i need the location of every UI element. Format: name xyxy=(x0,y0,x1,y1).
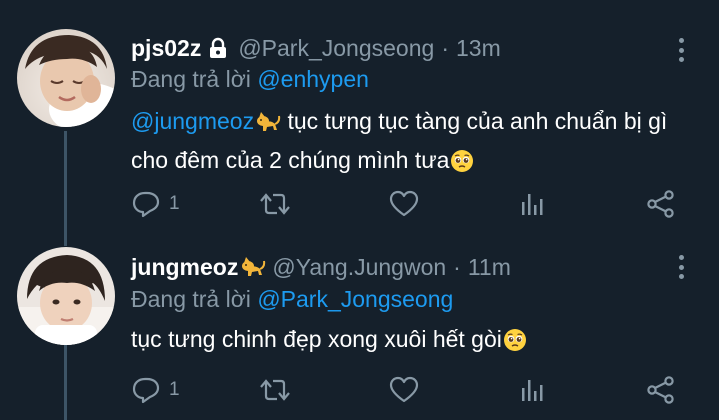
display-name[interactable]: jungmeoz xyxy=(131,253,238,281)
retweet-button[interactable] xyxy=(259,190,291,218)
tweet-header: jungmeoz @Yang.Jungwon · 11m xyxy=(131,253,511,281)
tweet[interactable]: jungmeoz @Yang.Jungwon · 11m Đang trả lờ… xyxy=(0,240,719,420)
reply-icon xyxy=(131,190,161,218)
more-options-icon[interactable] xyxy=(677,38,685,62)
timestamp[interactable]: 11m xyxy=(468,253,511,281)
handle[interactable]: @Park_Jongseong xyxy=(238,34,434,62)
like-icon xyxy=(389,376,419,404)
cat-icon xyxy=(255,109,281,143)
avatar[interactable] xyxy=(17,247,115,345)
retweet-button[interactable] xyxy=(259,376,291,404)
reply-icon xyxy=(131,376,161,404)
replying-to-mention[interactable]: @enhypen xyxy=(257,66,369,92)
analytics-button[interactable] xyxy=(519,376,545,404)
share-button[interactable] xyxy=(646,190,676,218)
handle[interactable]: @Yang.Jungwon xyxy=(272,253,446,281)
analytics-icon xyxy=(519,190,545,218)
reply-count: 1 xyxy=(169,193,180,214)
like-button[interactable] xyxy=(389,376,419,404)
pleading-face-emoji xyxy=(450,148,474,182)
share-icon xyxy=(646,376,676,404)
separator-dot: · xyxy=(441,35,449,61)
separator-dot: · xyxy=(453,254,461,280)
reply-button[interactable]: 1 xyxy=(131,190,180,218)
like-icon xyxy=(389,190,419,218)
avatar[interactable] xyxy=(17,29,115,127)
replying-to: Đang trả lời @Park_Jongseong xyxy=(131,285,453,313)
replying-to: Đang trả lời @enhypen xyxy=(131,65,369,93)
replying-to-mention[interactable]: @Park_Jongseong xyxy=(257,286,453,312)
body-text: tục tưng chinh đẹp xong xuôi hết gòi xyxy=(131,326,502,352)
action-bar: 1 xyxy=(131,190,691,220)
reply-count: 1 xyxy=(169,379,180,400)
tweet-text: tục tưng chinh đẹp xong xuôi hết gòi xyxy=(131,322,701,361)
tweet[interactable]: pjs02z @Park_Jongseong · 13m Đang trả lờ… xyxy=(0,0,719,240)
tweet-header: pjs02z @Park_Jongseong · 13m xyxy=(131,34,501,62)
retweet-icon xyxy=(259,376,291,404)
tweet-text: @jungmeoz tục tưng tục tàng của anh chuẩ… xyxy=(131,104,701,182)
lock-icon xyxy=(207,37,229,59)
timeline: pjs02z @Park_Jongseong · 13m Đang trả lờ… xyxy=(0,0,719,420)
more-options-icon[interactable] xyxy=(677,255,685,279)
pleading-face-emoji xyxy=(503,327,527,361)
timestamp[interactable]: 13m xyxy=(456,34,501,62)
replying-to-label: Đang trả lời xyxy=(131,66,251,92)
replying-to-label: Đang trả lời xyxy=(131,286,251,312)
body-mention[interactable]: @jungmeoz xyxy=(131,108,254,134)
share-icon xyxy=(646,190,676,218)
action-bar: 1 xyxy=(131,376,691,406)
reply-button[interactable]: 1 xyxy=(131,376,180,404)
retweet-icon xyxy=(259,190,291,218)
like-button[interactable] xyxy=(389,190,419,218)
share-button[interactable] xyxy=(646,376,676,404)
analytics-icon xyxy=(519,376,545,404)
display-name[interactable]: pjs02z xyxy=(131,34,201,62)
cat-icon xyxy=(240,255,266,279)
analytics-button[interactable] xyxy=(519,190,545,218)
